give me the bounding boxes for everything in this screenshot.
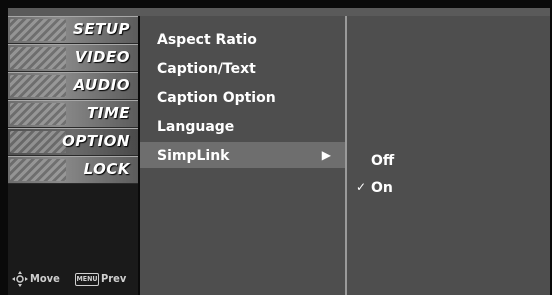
menu-item-caption-text[interactable]: Caption/Text xyxy=(140,55,345,81)
lock-icon xyxy=(10,159,66,181)
menu-item-caption-option[interactable]: Caption Option xyxy=(140,84,345,110)
option-label: On xyxy=(371,180,393,196)
film-reel-icon xyxy=(10,47,66,69)
sidebar-item-label: OPTION xyxy=(62,132,130,150)
menu-item-simplink[interactable]: SimpLink ▶ xyxy=(140,142,345,168)
sidebar: SETUP VIDEO AUDIO TIME OPTION LOCK Move … xyxy=(8,16,138,295)
arrow-right-icon: ▶ xyxy=(321,148,331,162)
menu-key-icon: MENU xyxy=(75,273,99,286)
menu-item-language[interactable]: Language xyxy=(140,113,345,139)
sidebar-item-label: VIDEO xyxy=(74,48,130,66)
option-menu-panel: Aspect Ratio Caption/Text Caption Option… xyxy=(140,16,345,295)
sidebar-item-lock[interactable]: LOCK xyxy=(8,156,138,184)
checkmark-icon: ✓ xyxy=(356,180,367,194)
sidebar-item-label: LOCK xyxy=(83,160,130,178)
sidebar-item-time[interactable]: TIME xyxy=(8,100,138,128)
sidebar-item-video[interactable]: VIDEO xyxy=(8,44,138,72)
option-on[interactable]: ✓ On xyxy=(347,177,550,199)
satellite-dish-icon xyxy=(10,19,66,41)
menu-item-aspect-ratio[interactable]: Aspect Ratio xyxy=(140,26,345,52)
clock-icon xyxy=(10,103,66,125)
menu-item-label: Aspect Ratio xyxy=(157,32,257,48)
move-dpad-icon xyxy=(12,271,28,287)
option-off[interactable]: Off xyxy=(347,150,550,172)
top-bar xyxy=(8,8,550,16)
menu-item-label: SimpLink xyxy=(157,148,230,164)
simplink-options-panel: Off ✓ On xyxy=(347,16,550,295)
option-label: Off xyxy=(371,153,395,169)
prev-hint-label: Prev xyxy=(101,272,127,285)
menu-item-label: Caption/Text xyxy=(157,61,256,77)
menu-item-label: Caption Option xyxy=(157,90,276,106)
option-badge-icon xyxy=(10,131,66,153)
navigation-hint: Move MENU Prev xyxy=(12,271,138,287)
sidebar-item-audio[interactable]: AUDIO xyxy=(8,72,138,100)
sidebar-item-label: AUDIO xyxy=(73,76,130,94)
sidebar-item-option[interactable]: OPTION xyxy=(8,128,138,156)
move-hint-label: Move xyxy=(30,272,60,285)
menu-item-label: Language xyxy=(157,119,235,135)
sidebar-item-label: TIME xyxy=(87,104,130,122)
speaker-icon xyxy=(10,75,66,97)
sidebar-item-label: SETUP xyxy=(73,20,130,38)
sidebar-item-setup[interactable]: SETUP xyxy=(8,16,138,44)
tv-menu-screen: SETUP VIDEO AUDIO TIME OPTION LOCK Move … xyxy=(0,0,552,295)
